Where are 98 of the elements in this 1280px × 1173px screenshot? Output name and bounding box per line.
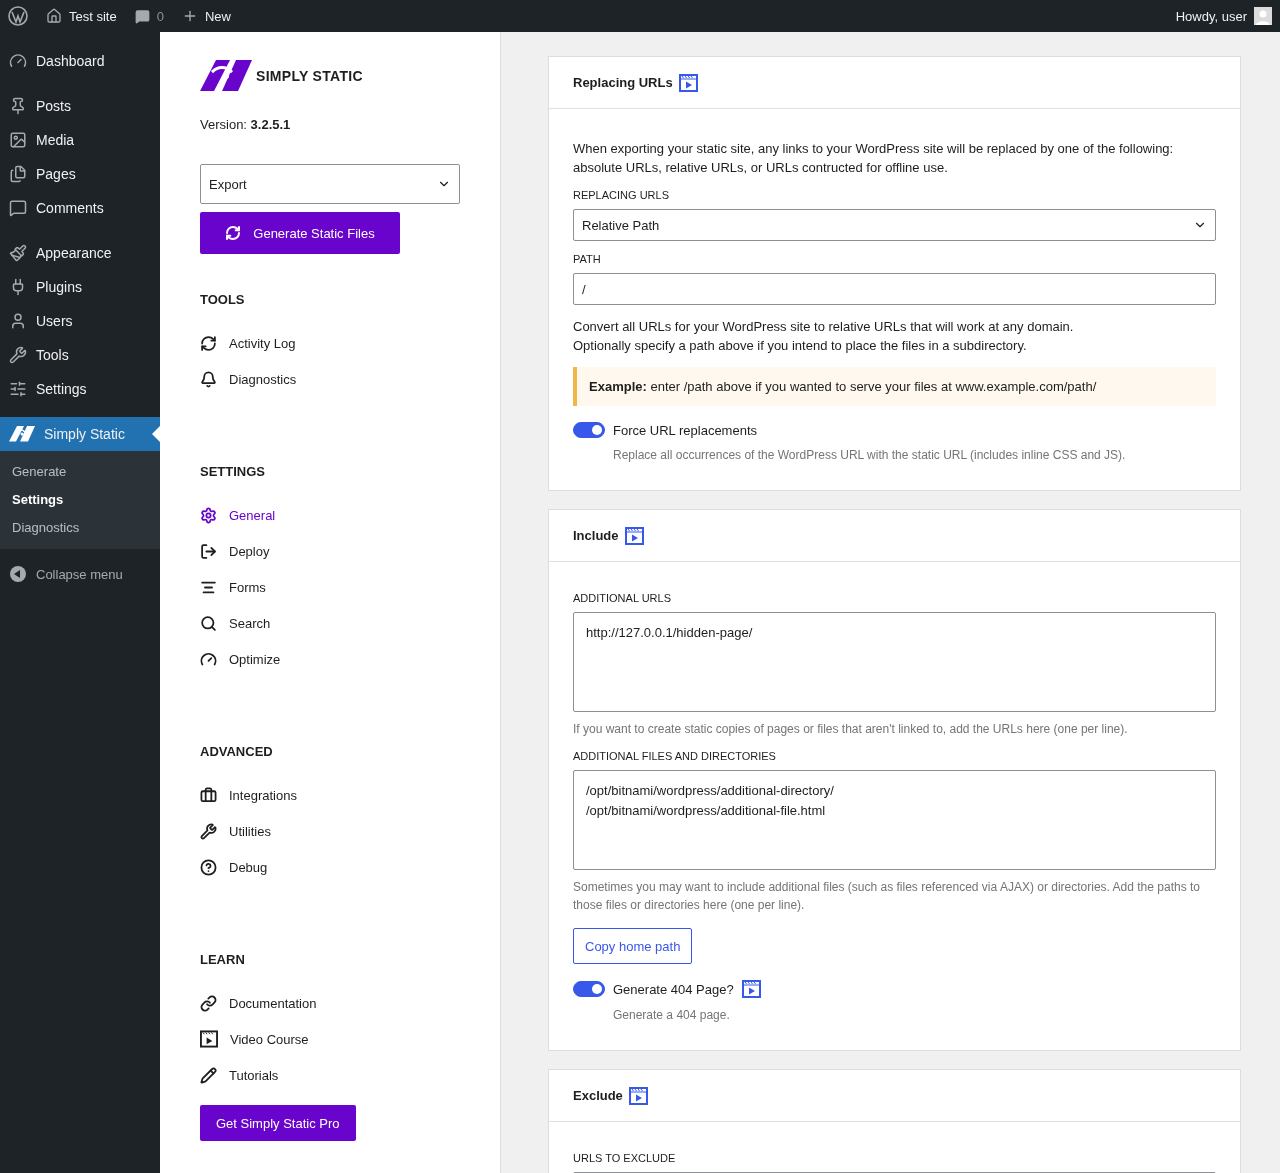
exit-icon [200,542,217,560]
nav-item[interactable]: Video Course [200,1021,460,1058]
field-label: ADDITIONAL URLS [573,592,672,604]
menu-item[interactable]: Pages [0,157,160,191]
bell-icon [200,370,217,388]
refresh-icon [225,225,242,242]
menu-item[interactable]: Comments [0,191,160,225]
dashboard-icon [9,52,27,70]
logo-icon [9,426,35,442]
wrench-icon [200,822,217,840]
video-icon[interactable] [741,980,761,998]
select-field[interactable]: Relative Path [573,209,1216,241]
comments-link[interactable]: 0 [134,8,164,24]
textarea-field[interactable]: http://127.0.0.1/hidden-page/ [573,612,1216,712]
nav-item[interactable]: Diagnostics [200,361,460,398]
new-link[interactable]: New [181,8,231,24]
field-label: ADDITIONAL FILES AND DIRECTORIES [573,750,777,762]
nav-item[interactable]: Search [200,605,460,642]
copy-button[interactable]: Copy home path [573,928,693,964]
gauge-icon [200,650,217,668]
section-heading: LEARN [200,952,246,968]
menu-item[interactable]: Posts [0,89,160,123]
media-icon [9,131,27,149]
menu-item[interactable]: Settings [0,372,160,406]
menu-item[interactable]: Tools [0,338,160,372]
help-text: If you want to create static copies of pages or files that aren't linked to, add the URLs here (one per line). [573,721,1129,738]
export-select[interactable]: Export [200,164,460,205]
nav-item[interactable]: Forms [200,569,460,606]
nav-item[interactable]: Tutorials [200,1057,460,1094]
menu-item[interactable]: Plugins [0,270,160,304]
avatar-icon [1254,7,1272,25]
field-label: URLS TO EXCLUDE [573,1152,677,1164]
field-label: PATH [573,253,602,265]
account-link[interactable]: Howdy, user [1175,7,1272,25]
user-icon [9,312,27,330]
toggle-switch[interactable] [573,422,605,438]
generate-button[interactable]: Generate Static Files [200,212,400,255]
video-icon[interactable] [628,1086,648,1105]
pages-icon [9,165,27,183]
home-icon [46,8,62,24]
input-field[interactable]: / [573,273,1216,305]
nav-item[interactable]: Documentation [200,985,460,1022]
description-text: Convert all URLs for your WordPress site to relative URLs that will work at any domain. Optionally specify a path above if you intend to place the files in a subdirectory. [573,318,1075,355]
nav-item[interactable]: Integrations [200,777,460,814]
speech-bubble-icon [134,8,150,24]
sliders-icon [9,380,27,398]
collapse-icon [9,565,27,583]
nav-item[interactable]: Activity Log [200,325,460,362]
video-icon[interactable] [678,73,698,92]
nav-item[interactable]: Optimize [200,641,460,678]
menu-item[interactable]: Media [0,123,160,157]
menu-item[interactable]: Simply Static [0,417,160,451]
textarea-field[interactable]: /opt/bitnami/wordpress/additional-directory/ /opt/bitnami/wordpress/additional-file.html [573,770,1216,870]
nav-item[interactable]: Utilities [200,813,460,850]
help-text: Replace all occurrences of the WordPress URL with the static URL (includes inline CSS and JS). [612,448,1127,462]
nav-item[interactable]: General [200,497,460,534]
section-heading: ADVANCED [200,744,274,760]
logo-icon [200,60,252,92]
submenu-item[interactable]: Generate [0,458,160,486]
submenu-item[interactable]: Diagnostics [0,514,160,542]
description-text: When exporting your static site, any links to your WordPress site will be replaced by one of the following: absolute URLs, relative URLs, or URLs contructed for offline use. [573,140,1175,177]
version-text: Version: 3.2.5.1 [200,117,291,133]
pin-icon [9,97,27,115]
help-icon [200,858,217,876]
card-title: Include [573,528,619,543]
section-heading: TOOLS [200,292,246,308]
help-text: Generate a 404 page. [612,1008,731,1022]
section-heading: SETTINGS [200,464,266,480]
wrench-icon [9,346,27,364]
toggle-label: Generate 404 Page? [613,981,734,997]
video-icon [200,1030,218,1049]
wordpress-logo-icon[interactable] [8,6,28,26]
menu-item[interactable]: Dashboard [0,44,160,78]
refresh-icon [200,334,217,352]
field-label: REPLACING URLS [573,189,670,201]
nav-item[interactable]: Deploy [200,533,460,570]
nav-item[interactable]: Debug [200,849,460,886]
pro-button[interactable]: Get Simply Static Pro [200,1105,356,1142]
toggle-label: Force URL replacements [613,422,757,438]
link-icon [200,994,217,1012]
submenu-item[interactable]: Settings [0,486,160,514]
video-icon[interactable] [624,526,644,545]
card-title: Replacing URLs [573,75,673,90]
briefcase-icon [200,786,217,804]
paintbrush-icon [9,244,27,262]
menu-item[interactable]: Appearance [0,236,160,270]
site-link[interactable]: Test site [46,8,117,24]
speech-bubble-icon [9,199,27,217]
collapse-menu-button[interactable]: Collapse menu [0,557,160,591]
menu-item[interactable]: Users [0,304,160,338]
toggle-switch[interactable] [573,981,605,997]
help-text: Sometimes you may want to include additional files (such as files referenced via AJAX) or directories. Add the paths to those files or directories here (one per line). [573,879,1201,914]
card-title: Exclude [573,1088,623,1103]
example-notice: Example: enter /path above if you wanted to serve your files at www.example.com/path/ [573,367,1216,406]
pencil-icon [200,1066,217,1084]
logo-text: SIMPLY STATIC [256,67,363,84]
search-icon [200,614,217,632]
settings-icon [200,506,217,524]
